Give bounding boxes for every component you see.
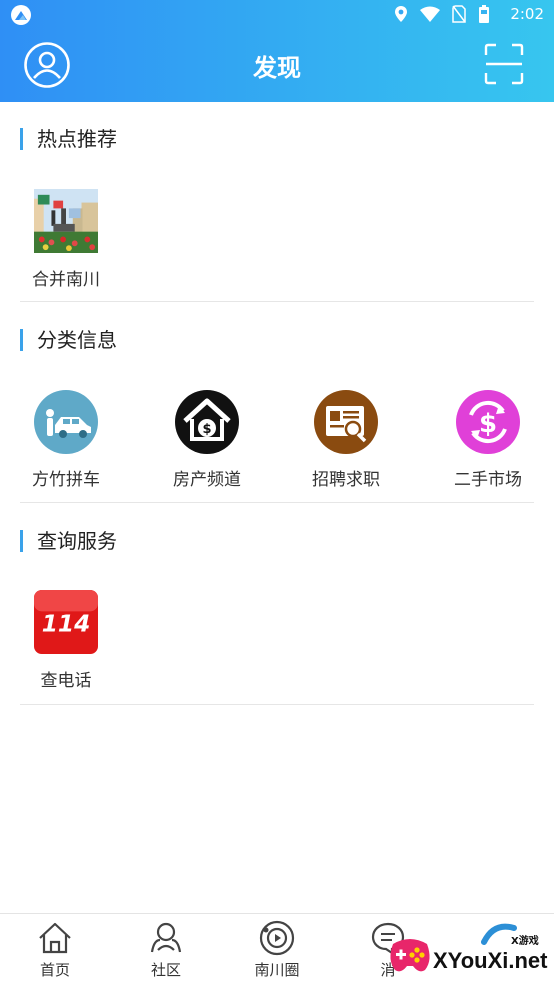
svg-text:$: $ — [202, 422, 211, 437]
tile-merge-nanchuan[interactable]: 合并南川 — [6, 189, 126, 290]
svg-text:$: $ — [479, 409, 497, 439]
secondhand-dollar-icon: $ — [456, 390, 520, 454]
watermark: X游戏 XYouXi.net — [385, 914, 554, 986]
tile-label: 合并南川 — [32, 270, 100, 290]
tile-jobs[interactable]: 招聘求职 — [286, 389, 406, 490]
nav-label: 南川圈 — [254, 961, 300, 979]
gamepad-logo-icon — [390, 939, 430, 972]
tile-phone-lookup[interactable]: 114 查电话 — [6, 590, 126, 691]
section-title-classified: 分类信息 — [20, 329, 117, 351]
page-title: 发现 — [253, 54, 301, 82]
community-icon — [150, 922, 182, 953]
tile-label: 招聘求职 — [312, 470, 380, 490]
home-icon — [39, 922, 71, 954]
nav-community[interactable]: 社区 — [126, 920, 206, 980]
svg-text:114: 114 — [42, 611, 91, 638]
nav-label: 社区 — [150, 961, 181, 979]
app-header: 2:02 发现 — [0, 0, 554, 102]
app-notification-icon — [11, 5, 31, 25]
status-time: 2:02 — [510, 5, 544, 23]
phone-114-icon: 114 — [34, 590, 98, 654]
tile-label: 方竹拼车 — [32, 470, 100, 490]
nav-label: 首页 — [39, 961, 70, 979]
tile-carpool[interactable]: 方竹拼车 — [6, 389, 126, 490]
section-title-hot: 热点推荐 — [20, 128, 117, 150]
divider — [20, 301, 534, 302]
wifi-icon — [420, 6, 440, 22]
divider — [20, 502, 534, 503]
tile-housing[interactable]: $ 房产频道 — [147, 389, 267, 490]
watermark-tag: X游戏 — [511, 936, 539, 947]
battery-icon — [479, 5, 489, 23]
tile-label: 查电话 — [40, 671, 92, 691]
house-dollar-icon: $ — [175, 390, 239, 454]
tile-label: 房产频道 — [173, 470, 241, 490]
nav-nanchuan-circle[interactable]: 南川圈 — [237, 920, 317, 980]
tile-secondhand[interactable]: $ 二手市场 — [428, 389, 548, 490]
carpool-icon — [34, 390, 98, 454]
section-title-query: 查询服务 — [20, 530, 117, 552]
job-search-icon — [314, 390, 378, 454]
scan-icon[interactable] — [484, 43, 524, 85]
tile-label: 二手市场 — [454, 470, 522, 490]
merge-nanchuan-photo — [34, 189, 98, 253]
location-icon — [395, 6, 407, 22]
watermark-brand: XYouXi.net — [433, 948, 548, 973]
status-bar: 2:02 — [0, 0, 554, 30]
divider — [20, 704, 534, 705]
nav-home[interactable]: 首页 — [15, 920, 95, 980]
circle-icon — [259, 920, 295, 956]
no-sim-icon — [452, 5, 466, 23]
